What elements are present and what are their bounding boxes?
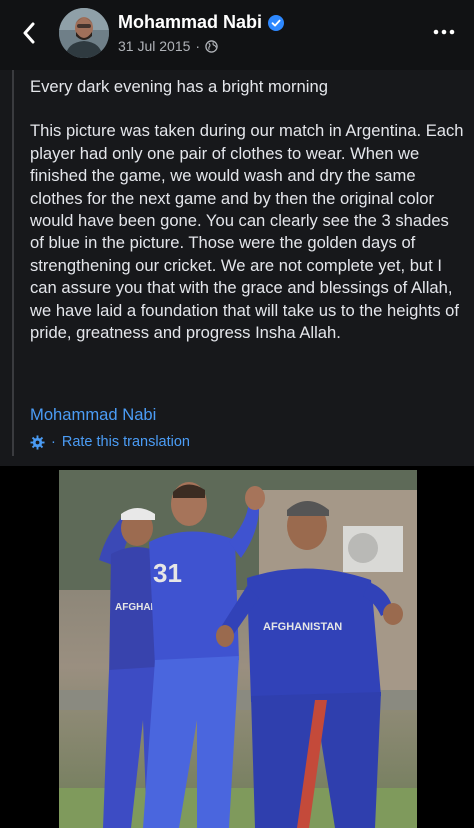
- post-date[interactable]: 31 Jul 2015: [118, 38, 190, 54]
- author-link[interactable]: Mohammad Nabi: [30, 405, 156, 425]
- author-name[interactable]: Mohammad Nabi: [118, 12, 262, 33]
- post-header: Mohammad Nabi 31 Jul 2015 ·: [0, 0, 474, 70]
- verified-badge-icon: [268, 14, 285, 31]
- quote-divider: [12, 70, 14, 456]
- avatar[interactable]: [59, 8, 109, 58]
- post-photo[interactable]: AFGHANISTAN 31 AFGHANISTAN: [59, 470, 417, 828]
- rate-translation-button[interactable]: · Rate this translation: [30, 434, 190, 450]
- jersey-text-right: AFGHANISTAN: [263, 621, 342, 633]
- author-name-row: Mohammad Nabi: [118, 12, 285, 33]
- translation-separator: ·: [51, 434, 56, 450]
- more-horizontal-icon: [433, 29, 455, 35]
- post-photo-area: AFGHANISTAN 31 AFGHANISTAN: [0, 466, 474, 828]
- post-text: Every dark evening has a bright morning …: [30, 76, 466, 344]
- post-first-line: Every dark evening has a bright morning: [30, 77, 328, 96]
- jersey-number: 31: [153, 558, 182, 588]
- post-meta: 31 Jul 2015 ·: [118, 38, 218, 54]
- gear-icon: [30, 434, 45, 450]
- back-button[interactable]: [14, 16, 44, 50]
- post-body: Every dark evening has a bright morning …: [0, 70, 474, 466]
- more-options-button[interactable]: [426, 22, 462, 42]
- globe-icon: [205, 39, 218, 53]
- chevron-left-icon: [23, 22, 35, 44]
- post-paragraph: This picture was taken during our match …: [30, 121, 464, 343]
- avatar-image: [59, 8, 109, 58]
- rate-translation-label: Rate this translation: [61, 434, 190, 450]
- meta-separator: ·: [195, 38, 201, 54]
- cricket-photo-illustration: AFGHANISTAN 31 AFGHANISTAN: [59, 470, 417, 828]
